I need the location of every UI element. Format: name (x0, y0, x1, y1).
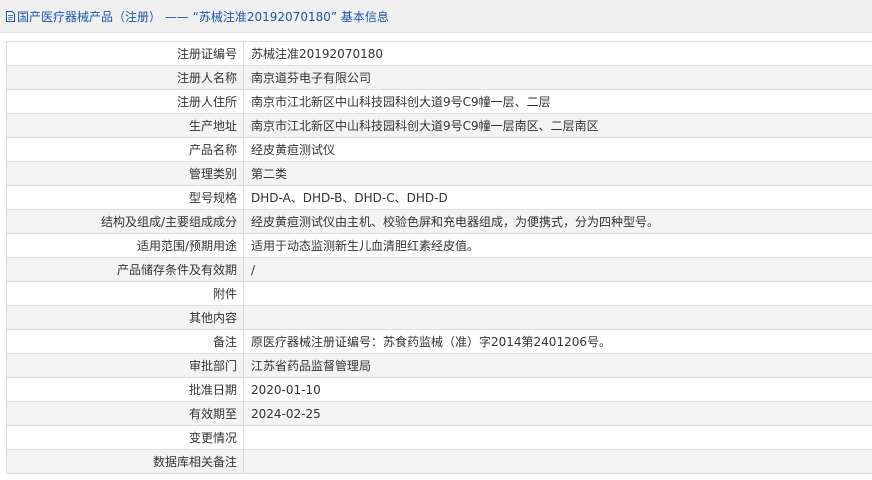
field-label: 数据库相关备注 (6, 449, 244, 474)
field-label: 批准日期 (6, 377, 244, 402)
field-label: 备注 (6, 329, 244, 354)
field-value (243, 281, 872, 306)
field-value: 江苏省药品监督管理局 (243, 353, 872, 378)
table-row: 审批部门 江苏省药品监督管理局 (6, 353, 872, 378)
field-value (243, 305, 872, 330)
field-value (243, 449, 872, 474)
field-value: 苏械注准20192070180 (243, 41, 872, 66)
table-row: 产品储存条件及有效期 / (6, 257, 872, 282)
field-label: 产品储存条件及有效期 (6, 257, 244, 282)
table-row: 批准日期 2020-01-10 (6, 377, 872, 402)
document-icon (6, 10, 15, 22)
field-value: 南京市江北新区中山科技园科创大道9号C9幢一层、二层 (243, 89, 872, 114)
field-label: 生产地址 (6, 113, 244, 138)
table-row: 适用范围/预期用途 适用于动态监测新生儿血清胆红素经皮值。 (6, 233, 872, 258)
field-label: 其他内容 (6, 305, 244, 330)
field-label: 管理类别 (6, 161, 244, 186)
field-value: 南京道芬电子有限公司 (243, 65, 872, 90)
field-label: 审批部门 (6, 353, 244, 378)
field-value: 经皮黄疸测试仪 (243, 137, 872, 162)
field-value: 原医疗器械注册证编号：苏食药监械（准）字2014第2401206号。 (243, 329, 872, 354)
table-row: 注册人住所 南京市江北新区中山科技园科创大道9号C9幢一层、二层 (6, 89, 872, 114)
field-value: 第二类 (243, 161, 872, 186)
field-value: 南京市江北新区中山科技园科创大道9号C9幢一层南区、二层南区 (243, 113, 872, 138)
field-value: 2020-01-10 (243, 377, 872, 402)
table-row: 管理类别 第二类 (6, 161, 872, 186)
table-row: 有效期至 2024-02-25 (6, 401, 872, 426)
table-row: 结构及组成/主要组成成分 经皮黄疸测试仪由主机、校验色屏和充电器组成，为便携式，分… (6, 209, 872, 234)
field-label: 结构及组成/主要组成成分 (6, 209, 244, 234)
field-label: 注册人住所 (6, 89, 244, 114)
table-row: 数据库相关备注 (6, 449, 872, 474)
table-row: 型号规格 DHD-A、DHD-B、DHD-C、DHD-D (6, 185, 872, 210)
table-row: 附件 (6, 281, 872, 306)
page-title: 国产医疗器械产品（注册） —— “苏械注准20192070180” 基本信息 (17, 8, 389, 25)
field-label: 注册人名称 (6, 65, 244, 90)
table-row: 注册证编号 苏械注准20192070180 (6, 41, 872, 66)
field-value: 经皮黄疸测试仪由主机、校验色屏和充电器组成，为便携式，分为四种型号。 (243, 209, 872, 234)
title-reg-no: 苏械注准20192070180 (198, 9, 331, 24)
table-row: 变更情况 (6, 425, 872, 450)
field-value (243, 425, 872, 450)
field-label: 型号规格 (6, 185, 244, 210)
field-value: 2024-02-25 (243, 401, 872, 426)
field-label: 注册证编号 (6, 41, 244, 66)
field-label: 适用范围/预期用途 (6, 233, 244, 258)
field-label: 变更情况 (6, 425, 244, 450)
table-row: 其他内容 (6, 305, 872, 330)
field-value: 适用于动态监测新生儿血清胆红素经皮值。 (243, 233, 872, 258)
field-value: / (243, 257, 872, 282)
title-suffix: 基本信息 (340, 9, 389, 24)
title-prefix: 国产医疗器械产品（注册） (17, 9, 162, 24)
table-row: 备注 原医疗器械注册证编号：苏食药监械（准）字2014第2401206号。 (6, 329, 872, 354)
table-row: 注册人名称 南京道芬电子有限公司 (6, 65, 872, 90)
field-label: 有效期至 (6, 401, 244, 426)
field-label: 附件 (6, 281, 244, 306)
title-separator: —— (161, 9, 193, 24)
info-table-body: 注册证编号 苏械注准20192070180 注册人名称 南京道芬电子有限公司 注册人住所… (6, 41, 872, 474)
info-table: 注册证编号 苏械注准20192070180 注册人名称 南京道芬电子有限公司 注册人住所… (6, 41, 872, 474)
page-header: 国产医疗器械产品（注册） —— “苏械注准20192070180” 基本信息 (0, 0, 872, 33)
table-row: 生产地址 南京市江北新区中山科技园科创大道9号C9幢一层南区、二层南区 (6, 113, 872, 138)
field-label: 产品名称 (6, 137, 244, 162)
field-value: DHD-A、DHD-B、DHD-C、DHD-D (243, 185, 872, 210)
table-row: 产品名称 经皮黄疸测试仪 (6, 137, 872, 162)
